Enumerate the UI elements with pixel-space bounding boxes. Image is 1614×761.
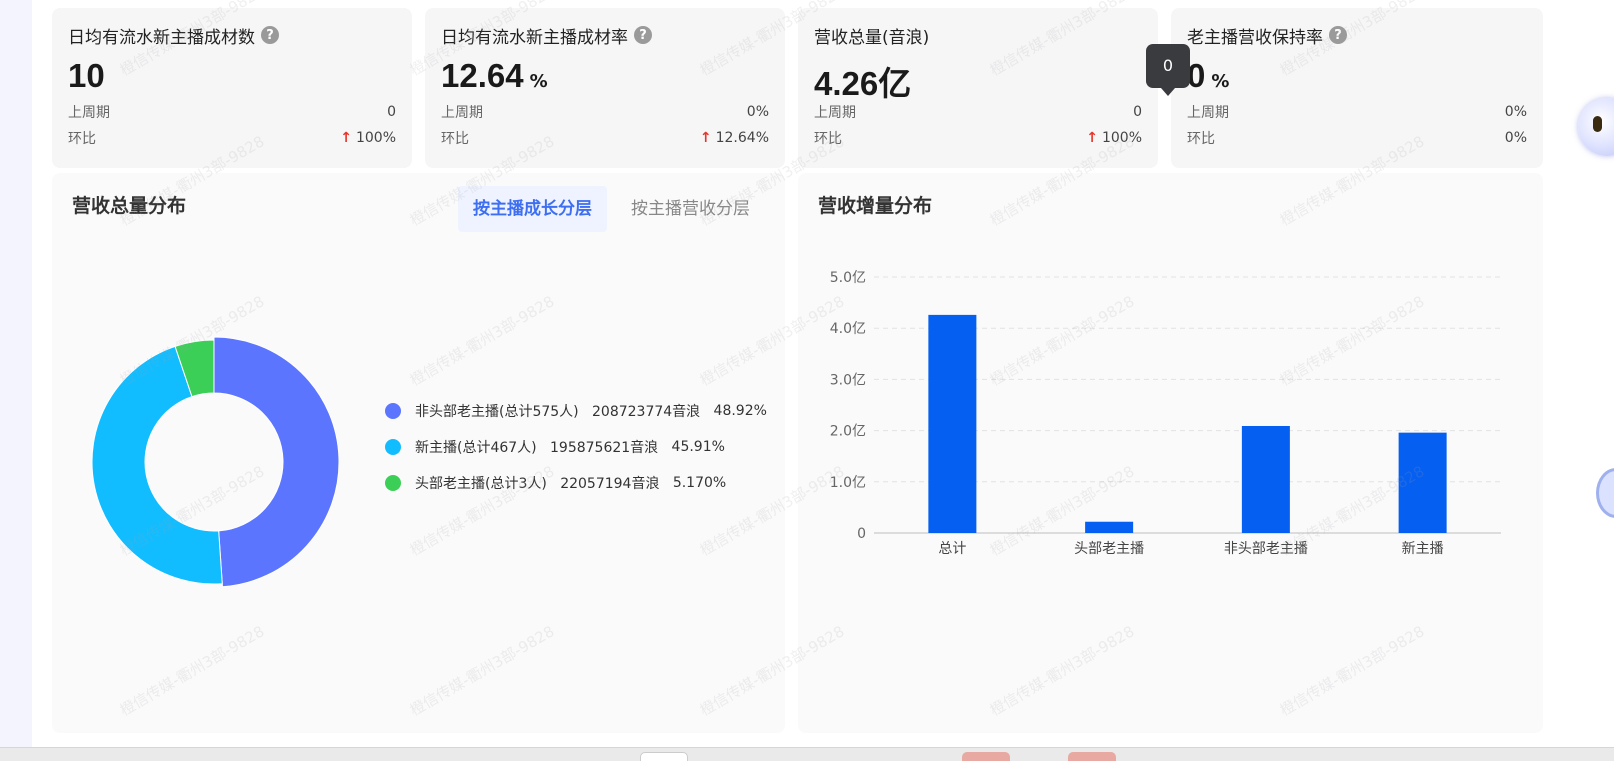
prev-period-label: 上周期 <box>1187 105 1229 121</box>
ratio-value: 100% <box>355 130 396 146</box>
bar[interactable] <box>1085 521 1134 533</box>
ratio-label: 环比 <box>68 131 96 147</box>
legend-value: 195875621音浪 <box>550 440 659 456</box>
stat-card: 营收总量(音浪) 4.26亿 上周期 0 环比 ↑ 100% <box>798 8 1158 168</box>
stat-card: 日均有流水新主播成材率? 12.64 % 上周期 0% 环比 ↑ 12.64% <box>425 8 785 168</box>
legend-label: 新主播(总计467人) <box>415 440 537 456</box>
prev-period-label: 上周期 <box>441 105 483 121</box>
y-tick-label: 4.0亿 <box>830 321 866 337</box>
legend-percent: 45.91% <box>671 439 725 455</box>
ratio-label: 环比 <box>441 131 469 147</box>
card-value: 10 <box>68 57 105 94</box>
donut-chart <box>91 336 340 588</box>
card-title: 营收总量(音浪) <box>814 27 930 48</box>
legend-dot <box>385 475 401 491</box>
legend-item[interactable]: 新主播(总计467人) 195875621音浪 45.91% <box>385 429 767 465</box>
card-title: 日均有流水新主播成材数 <box>68 27 255 48</box>
card-title: 日均有流水新主播成材率 <box>441 27 628 48</box>
bar[interactable] <box>1398 432 1447 533</box>
legend-dot <box>385 439 401 455</box>
bar-chart: 0 1.0亿 2.0亿 3.0亿 4.0亿 5.0亿总计 头部老主播 非头部老主播 新主播 <box>830 270 1501 557</box>
tab-growth-layer[interactable]: 按主播成长分层 <box>458 186 607 232</box>
legend-dot <box>385 403 401 419</box>
help-icon[interactable]: ? <box>1329 26 1347 44</box>
ratio-value: 12.64% <box>715 130 769 146</box>
legend-value: 208723774音浪 <box>592 404 701 420</box>
card-title: 老主播营收保持率 <box>1187 27 1323 48</box>
ratio-label: 环比 <box>1187 131 1215 147</box>
donut-legend: 非头部老主播(总计575人) 208723774音浪 48.92% 新主播(总计4… <box>385 393 767 501</box>
legend-item[interactable]: 非头部老主播(总计575人) 208723774音浪 48.92% <box>385 393 767 429</box>
bottom-taskbar <box>0 747 1614 761</box>
up-arrow-icon: ↑ <box>340 130 352 146</box>
x-tick-label: 非头部老主播 <box>1224 541 1308 557</box>
donut-slice[interactable] <box>213 336 340 588</box>
stat-card: 日均有流水新主播成材数? 10 上周期 0 环比 ↑ 100% <box>52 8 412 168</box>
legend-percent: 5.170% <box>672 475 727 491</box>
legend-item[interactable]: 头部老主播(总计3人) 22057194音浪 5.170% <box>385 465 767 501</box>
ratio-value: 100% <box>1101 130 1142 146</box>
ratio-value: 0% <box>1504 130 1527 146</box>
legend-value: 22057194音浪 <box>560 476 660 492</box>
y-tick-label: 5.0亿 <box>830 270 866 286</box>
help-icon[interactable]: ? <box>634 26 652 44</box>
card-unit: % <box>529 71 548 92</box>
prev-period-value: 0 <box>1133 104 1142 120</box>
card-unit: % <box>1211 71 1230 92</box>
tooltip: 0 <box>1146 44 1190 96</box>
prev-period-value: 0% <box>1504 104 1527 120</box>
panel-title: 营收总量分布 <box>72 195 187 217</box>
help-icon[interactable]: ? <box>261 26 279 44</box>
panel-title: 营收增量分布 <box>818 195 933 217</box>
card-value: 12.64 <box>441 57 524 94</box>
prev-period-value: 0 <box>387 104 396 120</box>
legend-label: 非头部老主播(总计575人) <box>415 404 579 420</box>
y-tick-label: 1.0亿 <box>830 475 866 491</box>
ratio-label: 环比 <box>814 131 842 147</box>
bar[interactable] <box>1241 425 1290 533</box>
y-tick-label: 0 <box>857 526 866 542</box>
legend-percent: 48.92% <box>713 403 767 419</box>
up-arrow-icon: ↑ <box>1086 130 1098 146</box>
card-value: 4.26亿 <box>814 65 912 102</box>
x-tick-label: 头部老主播 <box>1074 541 1144 557</box>
up-arrow-icon: ↑ <box>699 130 712 146</box>
stat-card: 老主播营收保持率? 0 % 上周期 0% 环比 0% <box>1171 8 1543 168</box>
y-tick-label: 3.0亿 <box>830 372 866 388</box>
x-tick-label: 新主播 <box>1402 541 1444 557</box>
bar[interactable] <box>928 314 977 533</box>
legend-label: 头部老主播(总计3人) <box>415 476 547 492</box>
prev-period-label: 上周期 <box>814 105 856 121</box>
prev-period-value: 0% <box>746 104 769 120</box>
y-tick-label: 2.0亿 <box>830 424 866 440</box>
x-tick-label: 总计 <box>938 541 966 557</box>
prev-period-label: 上周期 <box>68 105 110 121</box>
tab-revenue-layer[interactable]: 按主播营收分层 <box>616 186 765 232</box>
